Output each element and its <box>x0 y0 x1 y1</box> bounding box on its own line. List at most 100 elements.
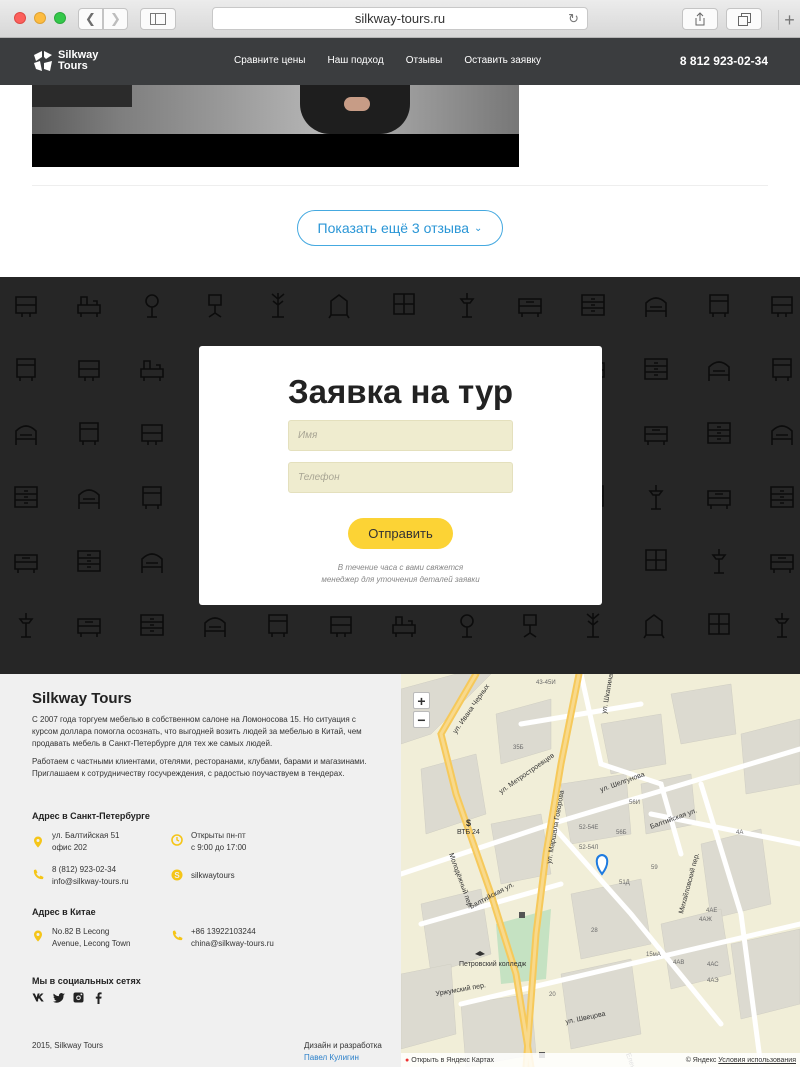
furniture-pattern-icon <box>711 549 727 574</box>
sidebar-toggle-button[interactable] <box>140 8 176 30</box>
svg-text:43-45И: 43-45И <box>536 680 556 686</box>
design-label: Дизайн и разработка <box>304 1041 382 1050</box>
map-zoom-out-button[interactable]: − <box>413 711 430 728</box>
svg-text:51Д: 51Д <box>619 880 630 886</box>
svg-text:59: 59 <box>651 865 658 871</box>
instagram-icon[interactable] <box>72 991 85 1004</box>
forward-button[interactable]: ❯ <box>103 8 128 30</box>
furniture-pattern-icon <box>460 614 474 638</box>
svg-text:52-54Л: 52-54Л <box>579 845 598 851</box>
furniture-pattern-icon <box>644 426 668 445</box>
china-email[interactable]: china@silkway-tours.ru <box>191 938 274 950</box>
spb-address-line2: офис 202 <box>52 843 88 852</box>
spb-hours-line1: Открыты пн-пт <box>191 831 246 840</box>
furniture-pattern-icon <box>771 425 793 445</box>
svg-text:4АЕ: 4АЕ <box>706 908 717 914</box>
plus-icon: + <box>784 9 795 30</box>
spb-email[interactable]: info@silkway-tours.ru <box>52 876 129 888</box>
share-icon <box>695 12 705 26</box>
furniture-pattern-icon <box>770 554 794 573</box>
furniture-pattern-icon <box>643 614 665 639</box>
share-button[interactable] <box>682 8 718 30</box>
map-terms-link[interactable]: Условия использования <box>718 1057 796 1064</box>
location-pin-icon <box>34 836 42 848</box>
tabs-overview-button[interactable] <box>726 8 762 30</box>
facebook-icon[interactable] <box>92 991 105 1004</box>
new-tab-button[interactable]: + <box>778 10 800 30</box>
yandex-map[interactable]: ул. Ивана Черных ул. Метростроевцев ул. … <box>401 674 800 1067</box>
svg-text:52-54Е: 52-54Е <box>579 825 598 831</box>
logo[interactable]: Silkway Tours <box>32 49 98 73</box>
furniture-pattern-icon <box>648 485 664 510</box>
show-more-reviews-button[interactable]: Показать ещё 3 отзыва ⌄ <box>297 210 503 246</box>
twitter-icon[interactable] <box>52 991 65 1004</box>
section-divider <box>32 185 768 186</box>
menu-item-reviews[interactable]: Отзывы <box>406 55 443 66</box>
furniture-pattern-icon <box>14 486 38 508</box>
furniture-pattern-icon <box>268 614 288 637</box>
svg-text:4А: 4А <box>736 830 743 836</box>
phone-icon <box>33 869 44 880</box>
spb-phone[interactable]: 8 (812) 923-02-34 <box>52 864 129 876</box>
svg-text:Петровский колледж: Петровский колледж <box>459 960 527 968</box>
form-note: В течение часа с вами свяжется менеджер … <box>199 562 602 586</box>
furniture-pattern-icon <box>707 422 731 444</box>
minimize-window-button[interactable] <box>34 12 46 24</box>
china-contacts: +86 13922103244 china@silkway-tours.ru <box>191 926 274 950</box>
svg-text:20: 20 <box>549 992 556 998</box>
china-address-line1: No.82 B Lecong <box>52 927 110 936</box>
reload-icon[interactable]: ↻ <box>568 11 579 27</box>
name-input[interactable] <box>288 420 513 451</box>
header-phone[interactable]: 8 812 923-02-34 <box>680 54 768 68</box>
skype-id[interactable]: silkwaytours <box>191 870 235 882</box>
menu-item-leave-request[interactable]: Оставить заявку <box>464 55 541 66</box>
map-zoom-in-button[interactable]: + <box>413 692 430 709</box>
china-phone[interactable]: +86 13922103244 <box>191 926 274 938</box>
furniture-pattern-icon <box>581 294 605 316</box>
review-video[interactable] <box>32 85 519 167</box>
close-window-button[interactable] <box>14 12 26 24</box>
video-background <box>32 85 132 107</box>
furniture-pattern-icon <box>141 553 163 573</box>
spb-address: ул. Балтийская 51 офис 202 <box>52 830 119 854</box>
svg-text:Михайловский пер.: Михайловский пер. <box>677 852 701 915</box>
furniture-pattern-icon <box>707 490 731 509</box>
main-menu: Сравните цены Наш подход Отзывы Оставить… <box>234 55 563 66</box>
vk-icon[interactable] <box>32 991 45 1004</box>
video-hands <box>344 97 370 111</box>
furniture-pattern-icon <box>78 489 100 509</box>
menu-item-our-approach[interactable]: Наш подход <box>327 55 383 66</box>
submit-button[interactable]: Отправить <box>348 518 453 549</box>
footer-title: Silkway Tours <box>32 690 132 707</box>
tabs-icon <box>737 12 751 26</box>
furniture-pattern-icon <box>15 296 37 317</box>
back-button[interactable]: ❮ <box>78 8 103 30</box>
svg-text:$: $ <box>466 818 471 828</box>
svg-text:35Б: 35Б <box>513 745 524 751</box>
open-in-yandex-link[interactable]: ● Открыть в Яндекс Картах <box>405 1057 494 1064</box>
furniture-pattern-icon <box>393 293 415 315</box>
phone-input[interactable] <box>288 462 513 493</box>
svg-text:4АС: 4АС <box>707 962 719 968</box>
furniture-pattern-icon <box>330 616 352 637</box>
spb-address-line1: ул. Балтийская 51 <box>52 831 120 840</box>
furniture-pattern-icon <box>77 618 101 637</box>
zoom-window-button[interactable] <box>54 12 66 24</box>
tour-request-form: Заявка на тур Отправить В течение часа с… <box>199 346 602 605</box>
map-copyright-text: © Яндекс <box>685 1056 717 1064</box>
social-heading: Мы в социальных сетях <box>32 976 141 986</box>
form-note-line2: менеджер для уточнения деталей заявки <box>321 575 480 584</box>
furniture-pattern-icon <box>645 297 667 317</box>
show-more-label: Показать ещё 3 отзыва <box>317 220 470 236</box>
design-author-link[interactable]: Павел Кулигин <box>304 1053 359 1062</box>
furniture-pattern-icon <box>523 614 537 638</box>
chevron-right-icon: ❯ <box>110 11 121 26</box>
furniture-pattern-icon <box>518 298 542 317</box>
svg-text:ВТБ 24: ВТБ 24 <box>457 829 480 836</box>
menu-item-compare-prices[interactable]: Сравните цены <box>234 55 305 66</box>
furniture-pattern-icon <box>644 358 668 380</box>
svg-text:56И: 56И <box>629 800 640 806</box>
address-bar[interactable]: silkway-tours.ru ↻ <box>212 7 588 30</box>
furniture-pattern-icon <box>708 361 730 381</box>
footer-about-paragraph: С 2007 года торгуем мебелью в собственно… <box>32 715 362 748</box>
